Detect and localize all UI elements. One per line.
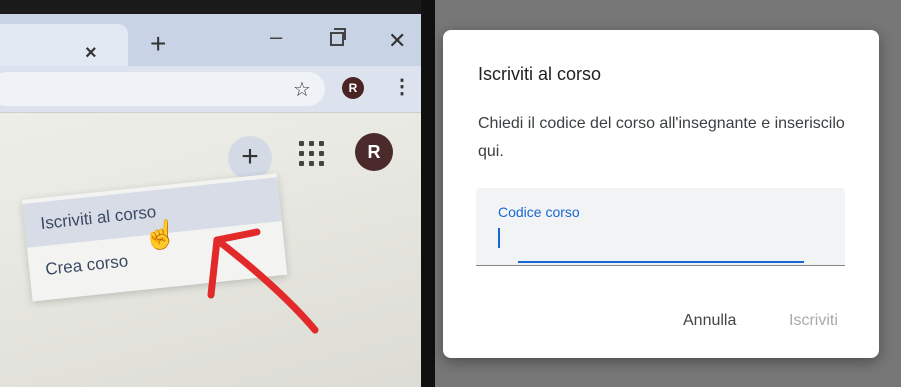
cancel-button[interactable]: Annulla — [683, 312, 736, 330]
join-class-dialog: Iscriviti al corso Chiedi il codice del … — [443, 30, 879, 358]
toolbar-divider — [0, 112, 421, 113]
profile-avatar-small[interactable]: R — [342, 77, 364, 99]
dialog-title: Iscriviti al corso — [478, 64, 602, 84]
image-divider — [421, 0, 435, 387]
address-bar[interactable] — [0, 72, 325, 106]
menu-item-label: Iscriviti al corso — [39, 202, 158, 234]
tab-close-icon[interactable]: × — [85, 42, 97, 65]
red-arrow-annotation — [207, 228, 319, 334]
browser-toolbar: ☆ R ⋮ — [0, 66, 421, 112]
restore-icon[interactable] — [330, 28, 346, 46]
field-focus-underline — [518, 261, 804, 263]
minimize-icon[interactable]: – — [270, 24, 282, 50]
apps-grid-icon[interactable] — [299, 141, 325, 167]
photo-top-edge — [0, 0, 421, 14]
join-button[interactable]: Iscriviti — [789, 312, 838, 330]
window-close-icon[interactable]: ✕ — [388, 28, 406, 54]
text-caret — [498, 228, 500, 248]
hand-cursor-icon: ☝ — [143, 219, 178, 250]
browser-menu-icon[interactable]: ⋮ — [392, 74, 412, 99]
browser-tab[interactable]: × — [0, 24, 128, 68]
menu-item-label: Crea corso — [44, 251, 130, 279]
dialog-description: Chiedi il codice del corso all'insegnant… — [478, 115, 845, 160]
profile-avatar[interactable]: R — [355, 133, 393, 171]
bookmark-star-icon[interactable]: ☆ — [293, 77, 311, 102]
new-tab-icon[interactable]: + — [150, 28, 166, 60]
class-code-field[interactable]: Codice corso — [476, 188, 845, 266]
browser-photo: × + – ✕ ☆ R ⋮ + R Iscriviti al corso Cre… — [0, 0, 421, 387]
tab-bar: × + – ✕ — [0, 14, 421, 68]
class-code-label: Codice corso — [498, 204, 580, 220]
